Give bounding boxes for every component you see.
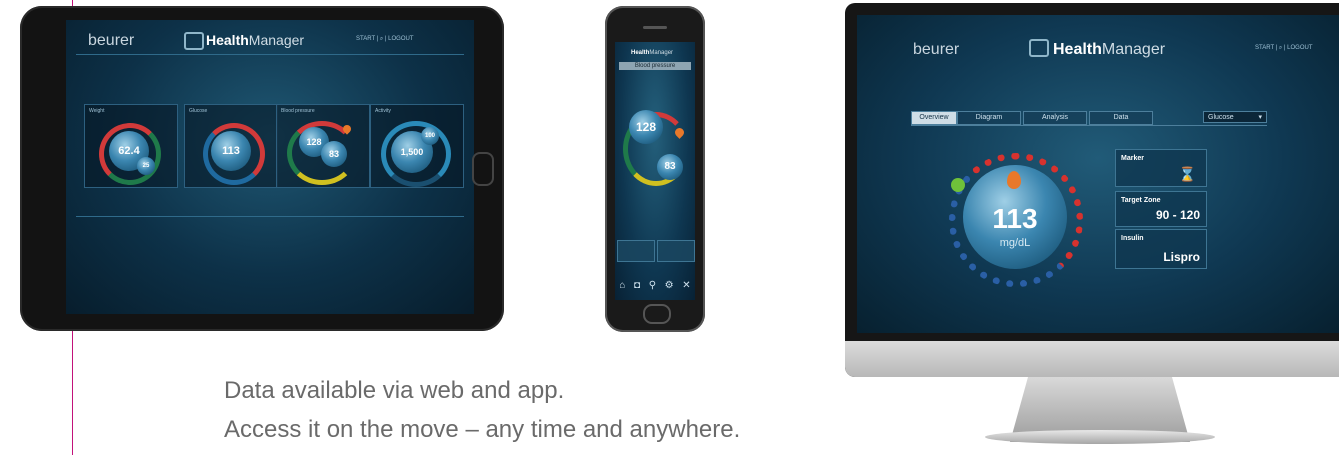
status-dot [951,178,965,192]
app-title-bold: Health [206,32,249,48]
camera-icon[interactable]: ◘ [634,280,640,291]
tab-data[interactable]: Data [1089,111,1153,125]
app-title: HealthManager [1053,41,1165,59]
header-divider [76,54,464,55]
app-title-rest: Manager [649,50,674,56]
header-links[interactable]: START | ⌕ | LOGOUT [356,36,414,43]
app-title-bold: Health [631,50,650,56]
tab-overview[interactable]: Overview [911,111,957,125]
app-logo-icon [184,32,204,50]
footer-divider [76,216,464,217]
info-card-left[interactable] [617,240,655,262]
insulin-value: Lispro [1163,250,1200,264]
tablet-screen: beurer HealthManager START | ⌕ | LOGOUT … [66,20,474,314]
tile-glucose[interactable]: Glucose 113 [184,104,278,188]
monitor-device: beurer HealthManager START | ⌕ | LOGOUT … [845,3,1339,377]
tile-blood-pressure[interactable]: Blood pressure 128 83 [276,104,370,188]
brand-logo: beurer [913,41,960,58]
tabs-underline [911,125,1267,126]
tab-bar: ⌂ ◘ ⚲ ⚙ ✕ [615,270,695,300]
gauge-sub: 100 [421,127,439,145]
tile-label: Blood pressure [281,108,315,114]
app-title: HealthManager [184,32,305,50]
tile-label: Weight [89,108,105,114]
app-title-bold: Health [1053,41,1102,58]
dropdown-value: Glucose [1208,114,1234,121]
brand-logo: beurer [88,32,135,49]
app-logo-icon [1029,39,1049,57]
tablet-home-button [472,152,494,186]
target-zone-value: 90 - 120 [1155,208,1200,222]
tab-diagram[interactable]: Diagram [957,111,1021,125]
phone-device: HealthManager Blood pressure 128 83 ⌂ ◘ … [605,6,705,332]
gear-icon[interactable]: ⚙ [665,280,674,291]
insulin-label: Insulin [1121,235,1144,242]
app-title-rest: Manager [1101,41,1166,58]
metric-dropdown[interactable]: Glucose ▾ [1203,111,1267,123]
home-icon[interactable]: ⌂ [619,280,625,291]
info-card-right[interactable] [657,240,695,262]
gauge-dia: 83 [321,141,347,167]
search-icon[interactable]: ⚲ [649,280,656,291]
chevron-down-icon: ▾ [1258,114,1262,121]
marker-label: Marker [1121,155,1144,162]
gauge-sys: 128 [629,110,663,144]
marker-box: Marker ⌛ [1115,149,1207,187]
phone-screen: HealthManager Blood pressure 128 83 ⌂ ◘ … [615,42,695,300]
target-zone-box: Target Zone 90 - 120 [1115,191,1207,227]
glucose-unit: mg/dL [999,237,1031,249]
monitor-screen: beurer HealthManager START | ⌕ | LOGOUT … [857,15,1339,333]
tools-icon[interactable]: ✕ [682,280,690,291]
section-banner[interactable]: Blood pressure [619,62,691,70]
glucose-gauge: 113 mg/dL [963,165,1067,269]
header-links[interactable]: START | ⌕ | LOGOUT [1255,45,1313,52]
target-zone-label: Target Zone [1121,197,1161,204]
caption-line-2: Access it on the move – any time and any… [224,416,741,443]
drop-icon [1007,171,1021,189]
gauge-dia: 83 [657,154,683,180]
monitor-chin [845,341,1339,377]
phone-speaker [643,26,667,29]
tablet-device: beurer HealthManager START | ⌕ | LOGOUT … [20,6,504,331]
gauge-sub: 25 [137,157,155,175]
app-title: HealthManager [631,50,673,56]
app-title-rest: Manager [248,32,305,48]
tile-label: Glucose [189,108,208,114]
tile-activity[interactable]: Activity 1,500 100 [370,104,464,188]
caption-line-1: Data available via web and app. [224,377,565,404]
tile-label: Activity [375,108,391,114]
insulin-box: Insulin Lispro [1115,229,1207,269]
hourglass-icon: ⌛ [1178,166,1196,182]
gauge-value: 113 [211,131,251,171]
tile-weight[interactable]: Weight 62.4 25 [84,104,178,188]
monitor-base [985,430,1215,444]
phone-home-button [643,304,671,324]
glucose-value: 113 [992,203,1038,234]
tab-analysis[interactable]: Analysis [1023,111,1087,125]
